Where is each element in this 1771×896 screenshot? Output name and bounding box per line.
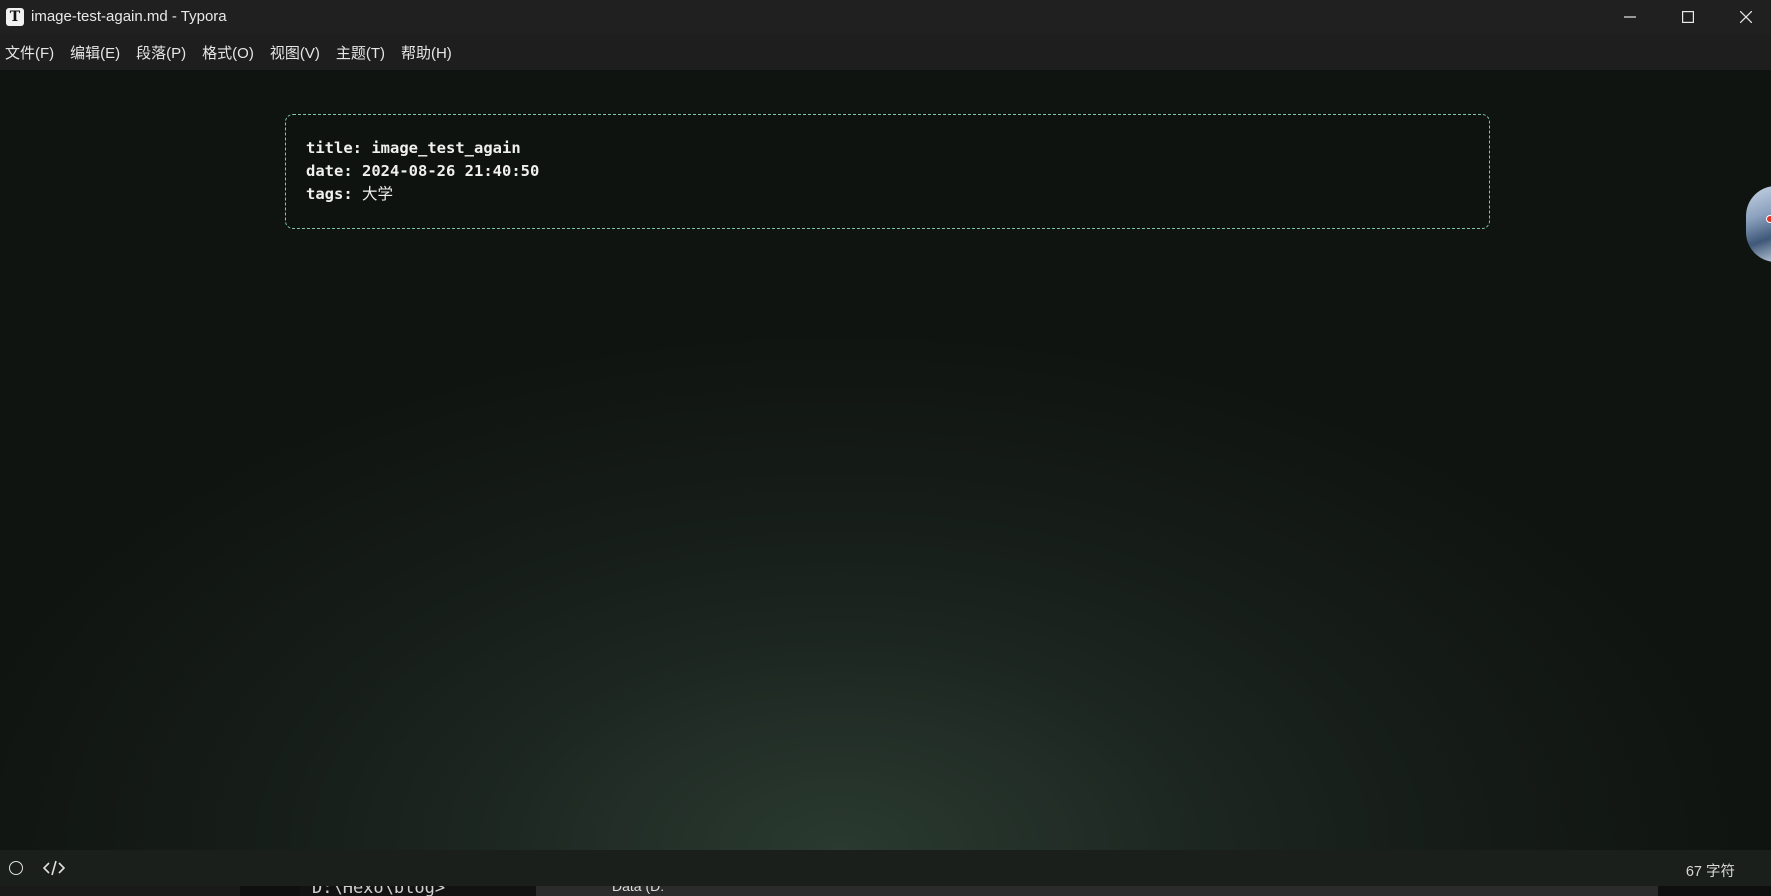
front-matter-tags-line: tags: 大学 xyxy=(306,183,1469,206)
menu-file[interactable]: 文件(F) xyxy=(5,42,54,63)
front-matter-title-value: image_test_again xyxy=(371,139,521,157)
title-bar[interactable]: T image-test-again.md - Typora xyxy=(0,0,1771,34)
typora-window: T image-test-again.md - Typora 文件(F) 编辑(… xyxy=(0,0,1771,896)
menu-help[interactable]: 帮助(H) xyxy=(401,42,452,63)
close-button[interactable] xyxy=(1717,0,1771,34)
maximize-button[interactable] xyxy=(1659,0,1717,34)
background-file-explorer: Data (D: xyxy=(536,886,1658,896)
typora-app-icon: T xyxy=(6,8,24,26)
menu-view[interactable]: 视图(V) xyxy=(270,42,320,63)
minimize-button[interactable] xyxy=(1601,0,1659,34)
background-explorer-text: Data (D: xyxy=(612,886,665,894)
menu-format[interactable]: 格式(O) xyxy=(202,42,254,63)
maximize-icon xyxy=(1682,11,1694,23)
menu-edit[interactable]: 编辑(E) xyxy=(70,42,120,63)
front-matter-date-line: date: 2024-08-26 21:40:50 xyxy=(306,160,1469,183)
notification-dot-icon xyxy=(1766,215,1771,223)
status-bar: 67 字符 xyxy=(0,850,1771,886)
front-matter-tags-key: tags: xyxy=(306,185,353,203)
word-count[interactable]: 67 字符 xyxy=(1686,860,1735,881)
menu-theme[interactable]: 主题(T) xyxy=(336,42,385,63)
background-terminal-text: D:\Hexo\blog> xyxy=(312,886,446,896)
front-matter-date-value: 2024-08-26 21:40:50 xyxy=(362,162,540,180)
close-icon xyxy=(1740,11,1752,23)
minimize-icon xyxy=(1624,16,1636,18)
menu-paragraph[interactable]: 段落(P) xyxy=(136,42,186,63)
background-windows-strip: D:\Hexo\blog> Data (D: xyxy=(0,886,1771,896)
menu-bar: 文件(F) 编辑(E) 段落(P) 格式(O) 视图(V) 主题(T) 帮助(H… xyxy=(0,34,1771,70)
sidebar-toggle-icon[interactable] xyxy=(9,861,23,875)
front-matter-date-key: date: xyxy=(306,162,353,180)
yaml-front-matter-block[interactable]: title: image_test_again date: 2024-08-26… xyxy=(285,114,1490,229)
front-matter-tags-value: 大学 xyxy=(362,185,394,203)
editor-area[interactable]: title: image_test_again date: 2024-08-26… xyxy=(0,70,1771,850)
front-matter-title-line: title: image_test_again xyxy=(306,137,1469,160)
window-title: image-test-again.md - Typora xyxy=(31,8,227,25)
source-code-mode-button[interactable] xyxy=(42,858,66,878)
front-matter-title-key: title: xyxy=(306,139,362,157)
background-window-left xyxy=(0,886,240,896)
code-icon xyxy=(42,860,66,876)
background-terminal: D:\Hexo\blog> xyxy=(300,886,536,896)
